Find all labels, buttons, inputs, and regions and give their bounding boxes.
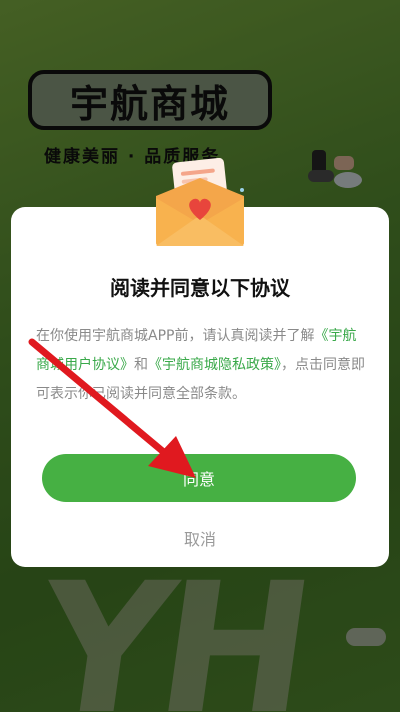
body-and: 和 (134, 357, 148, 373)
cancel-button[interactable]: 取消 (150, 524, 250, 552)
envelope-heart-icon (156, 158, 244, 246)
dialog-body-text: 在你使用宇航商城APP前，请认真阅读并了解《宇航商城用户协议》和《宇航商城隐私政… (36, 322, 366, 409)
body-prefix: 在你使用宇航商城APP前，请认真阅读并了解 (36, 328, 315, 344)
privacy-policy-link[interactable]: 《宇航商城隐私政策》 (148, 357, 281, 373)
dialog-title: 阅读并同意以下协议 (110, 276, 290, 300)
agree-button[interactable]: 同意 (42, 454, 356, 502)
